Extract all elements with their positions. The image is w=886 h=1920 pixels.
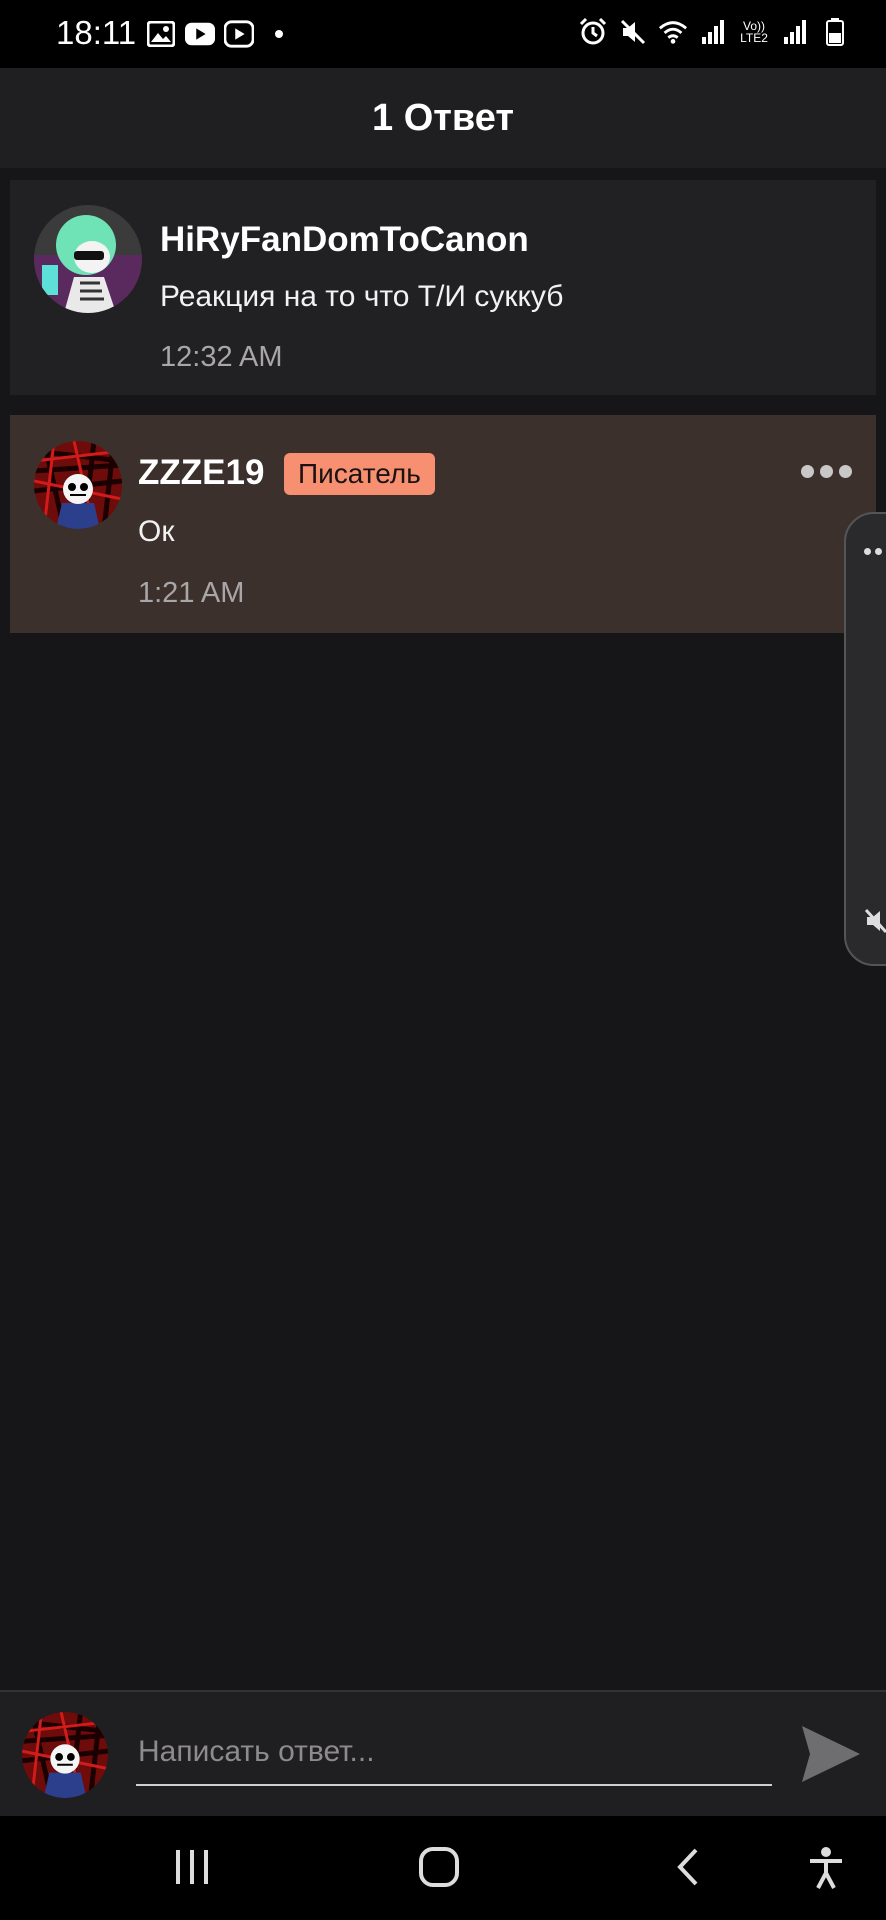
reply-comment[interactable]: ZZZE19 Писатель Ок 1:21 AM (10, 415, 876, 633)
avatar[interactable] (34, 205, 142, 313)
system-nav-bar (0, 1816, 886, 1920)
battery-icon (820, 17, 850, 47)
dot-icon (839, 465, 852, 478)
comment-time: 1:21 AM (138, 577, 245, 609)
video-app-notification-icon (224, 19, 254, 49)
comment-username[interactable]: ZZZE19 (138, 453, 264, 493)
dot-icon (820, 465, 833, 478)
gallery-notification-icon (146, 19, 176, 49)
send-icon (802, 1726, 860, 1782)
status-right-icons: Vo)) LTE2 (578, 17, 850, 47)
recent-apps-icon[interactable] (172, 1846, 212, 1891)
comment-username[interactable]: HiRyFanDomToCanon (160, 220, 529, 260)
comment-text: Ок (138, 515, 175, 548)
panel-menu-icon[interactable] (864, 548, 886, 555)
edge-panel-handle[interactable] (844, 512, 886, 966)
parent-comment[interactable]: HiRyFanDomToCanon Реакция на то что Т/И … (10, 180, 876, 395)
avatar[interactable] (34, 441, 122, 529)
alarm-icon (578, 17, 608, 47)
page-title: 1 Ответ (372, 96, 514, 139)
status-left-icons (146, 19, 283, 49)
status-bar: 18:11 Vo)) LTE2 (0, 0, 886, 68)
comment-text: Реакция на то что Т/И суккуб (160, 280, 564, 313)
header: 1 Ответ (0, 68, 886, 168)
mute-icon (618, 17, 648, 47)
send-button[interactable] (800, 1724, 862, 1789)
status-time: 18:11 (56, 14, 137, 51)
more-notifications-dot (275, 30, 283, 38)
volume-mute-icon[interactable] (864, 906, 886, 941)
home-icon[interactable] (418, 1846, 460, 1893)
reply-input[interactable] (136, 1720, 772, 1786)
current-user-avatar (22, 1712, 108, 1798)
signal-2-icon (780, 17, 810, 47)
wifi-icon (658, 17, 688, 47)
accessibility-icon[interactable] (806, 1846, 846, 1895)
reply-composer (0, 1690, 886, 1818)
more-options-button[interactable] (801, 465, 852, 478)
network-label: Vo)) LTE2 (740, 19, 768, 45)
youtube-notification-icon (185, 19, 215, 49)
signal-icon (698, 17, 728, 47)
back-icon[interactable] (672, 1846, 702, 1893)
role-badge: Писатель (284, 453, 435, 495)
comment-time: 12:32 AM (160, 341, 283, 373)
dot-icon (801, 465, 814, 478)
